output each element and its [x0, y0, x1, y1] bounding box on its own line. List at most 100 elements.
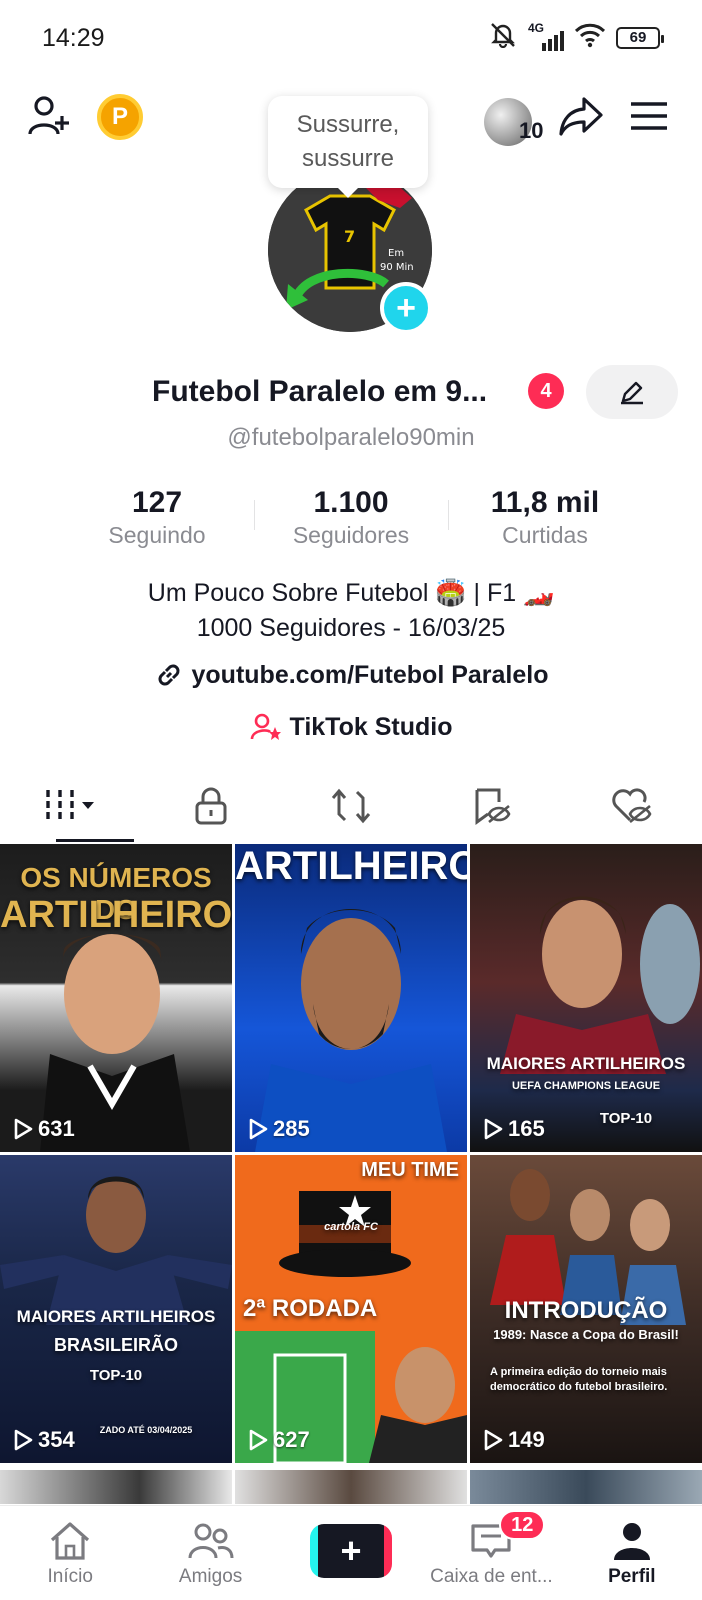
view-count: 285	[247, 1116, 310, 1142]
view-count: 149	[482, 1427, 545, 1453]
video-thumbnail[interactable]: MAIORES ARTILHEIROS BRASILEIRÃO TOP-10 Z…	[0, 1155, 232, 1463]
stat-value: 127	[131, 486, 183, 519]
player-photo	[255, 909, 447, 1152]
bio-line-1: Um Pouco Sobre Futebol 🏟️ | F1 🏎️	[147, 579, 555, 607]
view-count-value: 354	[38, 1427, 75, 1452]
play-icon	[14, 1118, 33, 1140]
menu-icon[interactable]	[626, 92, 672, 140]
stat-followers[interactable]: 1.100 Seguidores	[254, 486, 448, 552]
play-icon	[484, 1118, 503, 1140]
tiktok-studio-link[interactable]: TikTok Studio	[0, 712, 702, 742]
whisper-tooltip[interactable]: Sussurre, sussurre	[268, 96, 428, 198]
add-friend-icon[interactable]	[26, 92, 74, 140]
grid-icon	[46, 790, 95, 822]
tab-liked[interactable]	[562, 770, 702, 842]
video-thumbnail[interactable]: OS NÚMEROS DO ARTILHEIRO 631	[0, 844, 232, 1152]
thumb-caption-main: BRASILEIRÃO	[53, 1335, 178, 1355]
stat-following[interactable]: 127 Seguindo	[60, 486, 254, 552]
coins-icon[interactable]: P	[97, 94, 143, 140]
battery-indicator: 69	[616, 26, 664, 49]
notification-badge[interactable]: 4	[528, 373, 564, 409]
profile-link[interactable]: youtube.com/Futebol Paralelo	[0, 660, 702, 690]
home-icon	[51, 1522, 90, 1560]
friends-icon	[188, 1523, 234, 1559]
network-type: 4G	[528, 20, 545, 35]
tooltip-line-2: sussurre	[301, 145, 395, 172]
studio-text: TikTok Studio	[289, 712, 453, 741]
play-icon	[484, 1429, 503, 1451]
profile-handle: @futebolparalelo90min	[227, 424, 475, 451]
thumb-brand: cartola FC	[324, 1221, 378, 1233]
create-button[interactable]: +	[310, 1524, 393, 1578]
signal-icon: 4G	[528, 21, 564, 51]
profile-name-row: Futebol Paralelo em 9... 4	[0, 365, 702, 421]
stat-label: Seguidores	[292, 522, 410, 548]
video-grid: OS NÚMEROS DO ARTILHEIRO 631 ARTILHEIRO …	[0, 844, 702, 1463]
thumb-caption-top: INTRODUÇÃO	[504, 1297, 668, 1324]
profile-tabs	[0, 770, 702, 842]
view-count: 165	[482, 1116, 545, 1142]
video-thumbnail[interactable]: MAIORES ARTILHEIROS UEFA CHAMPIONS LEAGU…	[470, 844, 702, 1152]
stat-value: 11,8 mil	[490, 486, 600, 519]
wifi-icon	[574, 22, 606, 53]
nav-inbox-label: Caixa de ent...	[430, 1566, 553, 1587]
nav-home-label: Início	[47, 1566, 93, 1587]
video-thumbnail[interactable]: INTRODUÇÃO 1989: Nasce a Copa do Brasil!…	[470, 1155, 702, 1463]
profile-icon	[613, 1523, 650, 1560]
svg-text:90 Min: 90 Min	[380, 262, 414, 273]
nav-home[interactable]: Início	[0, 1506, 140, 1600]
video-thumbnail[interactable]: MEU TIME cartola FC 2ª RODADA 627	[235, 1155, 467, 1463]
play-icon	[14, 1429, 33, 1451]
story-count: 10	[519, 118, 544, 143]
thumb-caption-extra: A primeira edição do torneio mais democr…	[490, 1366, 668, 1393]
profile-name: Futebol Paralelo em 9...	[152, 375, 488, 408]
pencil-icon	[621, 381, 643, 405]
player-photo	[500, 896, 700, 1074]
bookmark-hidden-icon	[475, 788, 511, 825]
view-count: 631	[12, 1116, 75, 1142]
tab-private[interactable]	[140, 770, 280, 842]
nav-profile-label: Perfil	[608, 1566, 656, 1587]
video-thumbnail[interactable]	[235, 1470, 467, 1504]
nav-create[interactable]: +	[281, 1506, 421, 1600]
view-count-value: 285	[273, 1116, 310, 1141]
link-icon	[158, 664, 179, 686]
status-bar: 14:29 4G 69	[0, 0, 702, 76]
tab-saved[interactable]	[421, 770, 561, 842]
lock-icon	[195, 787, 227, 825]
nav-friends[interactable]: Amigos	[140, 1506, 280, 1600]
edit-profile-button[interactable]	[586, 365, 678, 419]
add-story-button[interactable]: +	[380, 282, 432, 334]
stat-likes[interactable]: 11,8 mil Curtidas	[448, 486, 642, 552]
video-thumbnail[interactable]	[0, 1470, 232, 1504]
thumb-caption-main: UEFA CHAMPIONS LEAGUE	[511, 1080, 661, 1092]
profile-bio: Um Pouco Sobre Futebol 🏟️ | F1 🏎️ 1000 S…	[0, 576, 702, 646]
video-thumbnail[interactable]	[470, 1470, 702, 1504]
tab-reposts[interactable]	[281, 770, 421, 842]
inbox-badge: 12	[499, 1510, 546, 1540]
stat-label: Seguindo	[108, 522, 206, 548]
svg-text:7: 7	[344, 227, 355, 246]
player-photo	[40, 934, 190, 1152]
bio-line-2: 1000 Seguidores - 16/03/25	[196, 614, 506, 642]
mute-icon	[488, 22, 518, 53]
view-count-value: 631	[38, 1116, 75, 1141]
thumb-caption-extra: TOP-10	[89, 1367, 143, 1384]
profile-stats: 127 Seguindo 1.100 Seguidores 11,8 mil C…	[0, 486, 702, 552]
nav-inbox[interactable]: 12 Caixa de ent...	[421, 1506, 561, 1600]
view-count: 627	[247, 1427, 310, 1453]
view-count-value: 165	[508, 1116, 545, 1141]
tooltip-line-1: Sussurre,	[296, 111, 400, 138]
share-icon[interactable]	[556, 92, 606, 140]
tab-videos[interactable]	[0, 770, 140, 842]
thumb-caption-main: 2ª RODADA	[243, 1295, 378, 1322]
thumb-caption-main: 1989: Nasce a Copa do Brasil!	[493, 1327, 679, 1342]
bottom-nav: Início Amigos + 12 Caixa de ent... Perfi…	[0, 1505, 702, 1600]
video-grid-next-row	[0, 1470, 702, 1504]
view-count-value: 627	[273, 1427, 310, 1452]
nav-friends-label: Amigos	[178, 1566, 243, 1587]
video-thumbnail[interactable]: ARTILHEIRO 285	[235, 844, 467, 1152]
studio-icon	[250, 713, 281, 740]
thumb-caption-top: MAIORES ARTILHEIROS	[486, 1054, 686, 1073]
nav-profile[interactable]: Perfil	[562, 1506, 702, 1600]
